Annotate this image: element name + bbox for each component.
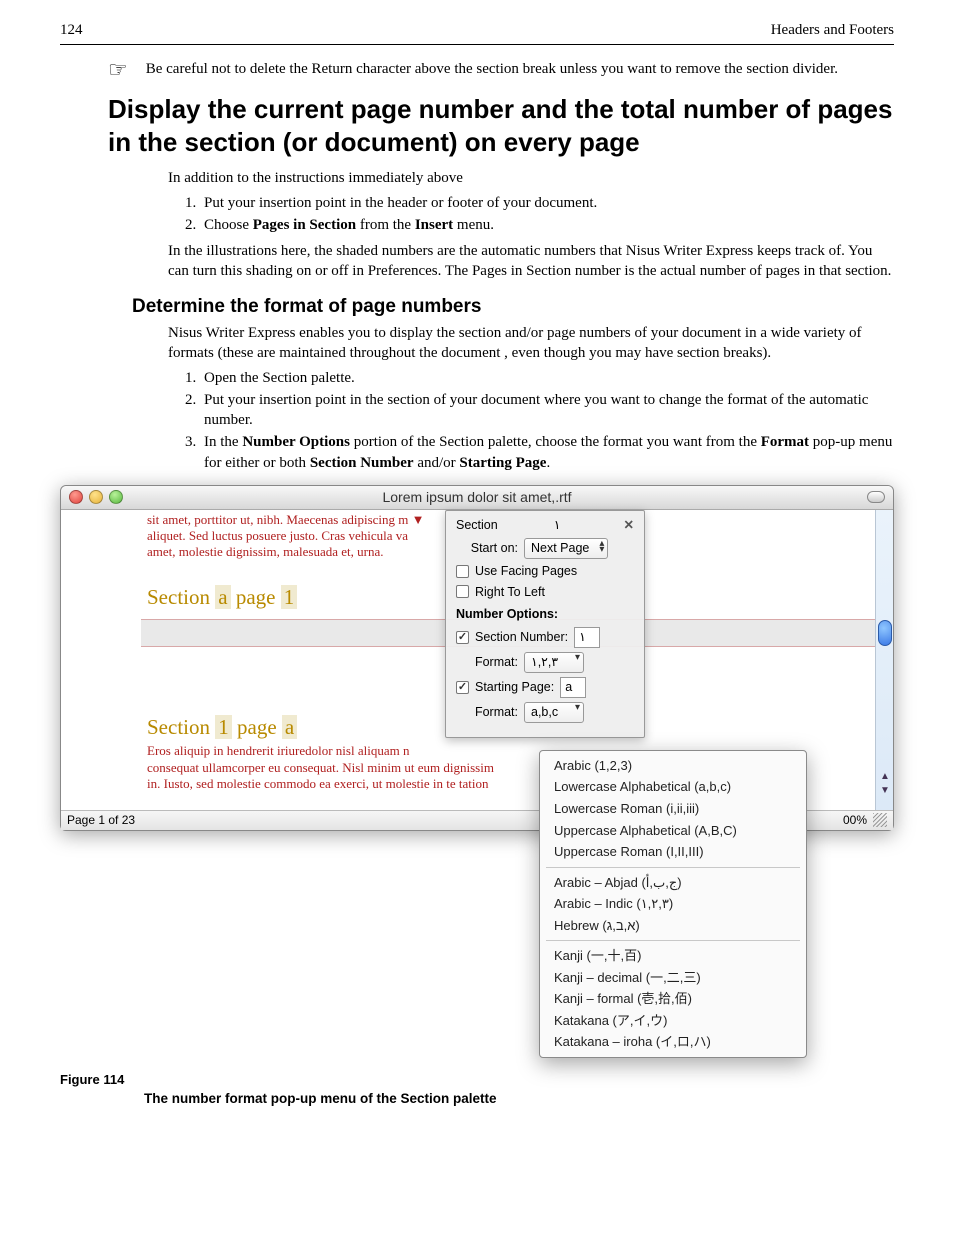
step-2-2: Put your insertion point in the section … xyxy=(200,390,894,431)
starting-page-checkbox[interactable] xyxy=(456,681,469,694)
menu-item[interactable]: Kanji – decimal (一,二,三) xyxy=(540,967,806,989)
step-1-2: Choose Pages in Section from the Insert … xyxy=(200,215,894,235)
resize-grip-icon[interactable] xyxy=(873,813,887,827)
running-head: Headers and Footers xyxy=(771,20,894,40)
pointer-icon: ☞ xyxy=(60,59,128,81)
palette-close-icon[interactable]: ✕ xyxy=(624,517,634,534)
section-number-field[interactable]: ١ xyxy=(574,627,600,648)
step-2-3: In the Number Options portion of the Sec… xyxy=(200,432,894,473)
facing-pages-checkbox[interactable] xyxy=(456,565,469,578)
figure-caption: The number format pop-up menu of the Sec… xyxy=(144,1090,894,1108)
starting-page-field[interactable]: a xyxy=(560,677,586,698)
menu-item[interactable]: Uppercase Alphabetical (A,B,C) xyxy=(540,820,806,842)
step-1-1: Put your insertion point in the header o… xyxy=(200,193,894,213)
steps-list-2: Open the Section palette. Put your inser… xyxy=(184,368,894,473)
section-palette[interactable]: Section ١ ✕ Start on: Next Page ▴▾ Use F… xyxy=(445,510,645,738)
scroll-down-icon[interactable]: ▼ xyxy=(879,784,891,796)
header-rule xyxy=(60,44,894,45)
left-margin xyxy=(61,510,141,810)
caret-icon: ▴▾ xyxy=(599,541,604,553)
page-title: Display the current page number and the … xyxy=(108,93,894,158)
zoom-level[interactable]: 00% xyxy=(843,812,867,828)
intro-para: In addition to the instructions immediat… xyxy=(168,168,894,188)
menu-separator xyxy=(546,867,800,868)
scroll-thumb[interactable] xyxy=(878,620,892,646)
format-dropdown-menu[interactable]: Arabic (1,2,3) Lowercase Alphabetical (a… xyxy=(539,750,807,1058)
format1-select[interactable]: ١,٢,٣ ▾ xyxy=(524,652,584,673)
steps-list-1: Put your insertion point in the header o… xyxy=(184,193,894,236)
menu-item[interactable]: Hebrew (א,ב,ג) xyxy=(540,915,806,937)
step-2-1: Open the Section palette. xyxy=(200,368,894,388)
page-number: 124 xyxy=(60,20,83,40)
section-number-label: Section Number: xyxy=(475,629,568,646)
start-on-select[interactable]: Next Page ▴▾ xyxy=(524,538,608,559)
format1-label: Format: xyxy=(456,654,518,671)
section-number-checkbox[interactable] xyxy=(456,631,469,644)
scroll-up-icon[interactable]: ▲ xyxy=(879,770,891,782)
note-text: Be careful not to delete the Return char… xyxy=(146,59,894,81)
rtl-label: Right To Left xyxy=(475,584,545,601)
caret-icon: ▾ xyxy=(575,655,580,661)
page-indicator: Page 1 of 23 xyxy=(67,812,135,828)
menu-item[interactable]: Lowercase Roman (i,ii,iii) xyxy=(540,798,806,820)
window-titlebar[interactable]: Lorem ipsum dolor sit amet,.rtf xyxy=(61,486,893,510)
toolbar-pill-icon[interactable] xyxy=(867,491,885,503)
format2-select[interactable]: a,b,c ▾ xyxy=(524,702,584,723)
start-on-label: Start on: xyxy=(456,540,518,557)
menu-item[interactable]: Kanji (一,十,百) xyxy=(540,945,806,967)
menu-item[interactable]: Kanji – formal (壱,拾,佰) xyxy=(540,988,806,1010)
subheading: Determine the format of page numbers xyxy=(132,294,894,320)
starting-page-label: Starting Page: xyxy=(475,679,554,696)
caret-icon: ▾ xyxy=(575,705,580,711)
palette-title: Section xyxy=(456,517,498,534)
rtl-checkbox[interactable] xyxy=(456,585,469,598)
window-title: Lorem ipsum dolor sit amet,.rtf xyxy=(61,488,893,507)
menu-item[interactable]: Uppercase Roman (I,II,III) xyxy=(540,841,806,863)
para-after-steps1: In the illustrations here, the shaded nu… xyxy=(168,241,894,282)
menu-item[interactable]: Katakana (ア,イ,ウ) xyxy=(540,1010,806,1032)
subhead-para: Nisus Writer Express enables you to disp… xyxy=(168,323,894,364)
menu-item[interactable]: Arabic – Indic (١,٢,٣) xyxy=(540,893,806,915)
app-window: Lorem ipsum dolor sit amet,.rtf sit amet… xyxy=(60,485,894,831)
menu-item[interactable]: Arabic (1,2,3) xyxy=(540,755,806,777)
facing-pages-label: Use Facing Pages xyxy=(475,563,577,580)
figure-label: Figure 114 xyxy=(60,1071,894,1089)
number-options-heading: Number Options: xyxy=(456,606,634,623)
menu-item[interactable]: Arabic – Abjad (ج,ب,أ) xyxy=(540,872,806,894)
menu-separator xyxy=(546,940,800,941)
format2-label: Format: xyxy=(456,704,518,721)
menu-item[interactable]: Lowercase Alphabetical (a,b,c) xyxy=(540,776,806,798)
vertical-scrollbar[interactable]: ▲ ▼ xyxy=(875,510,893,810)
menu-item[interactable]: Katakana – iroha (イ,ロ,ハ) xyxy=(540,1031,806,1053)
